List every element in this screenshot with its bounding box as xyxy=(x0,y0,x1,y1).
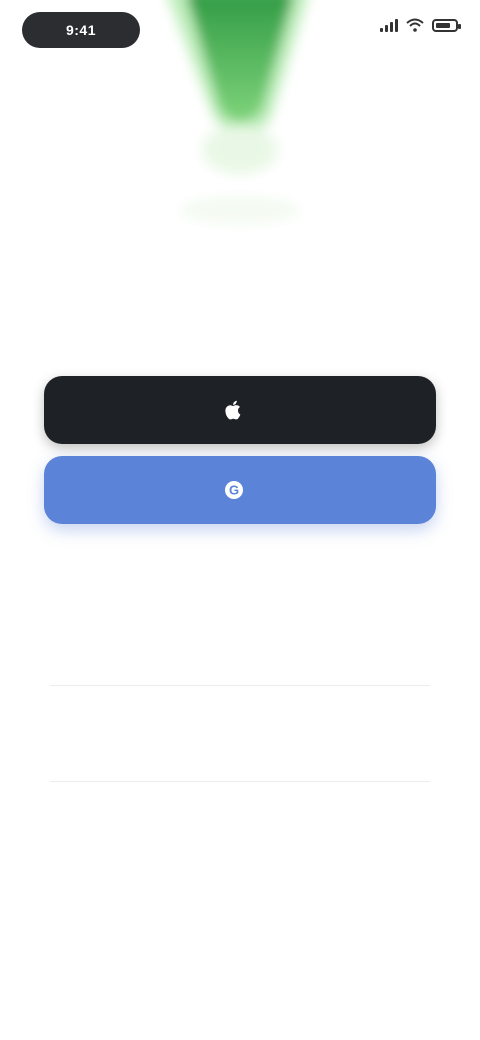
login-screen: 9:41 G xyxy=(0,0,480,1040)
status-indicators xyxy=(380,18,461,32)
status-time: 9:41 xyxy=(22,12,140,48)
sign-in-google-button[interactable]: G xyxy=(44,456,436,524)
signal-icon xyxy=(380,18,398,32)
app-logo xyxy=(190,160,290,200)
email-sign-in-link[interactable] xyxy=(50,626,430,686)
svg-text:G: G xyxy=(229,483,239,498)
phone-sign-in-link[interactable] xyxy=(50,722,430,782)
apple-icon xyxy=(223,399,245,421)
sign-in-apple-button[interactable] xyxy=(44,376,436,444)
wifi-icon xyxy=(406,18,424,32)
battery-icon xyxy=(432,18,461,32)
google-icon: G xyxy=(223,479,245,501)
